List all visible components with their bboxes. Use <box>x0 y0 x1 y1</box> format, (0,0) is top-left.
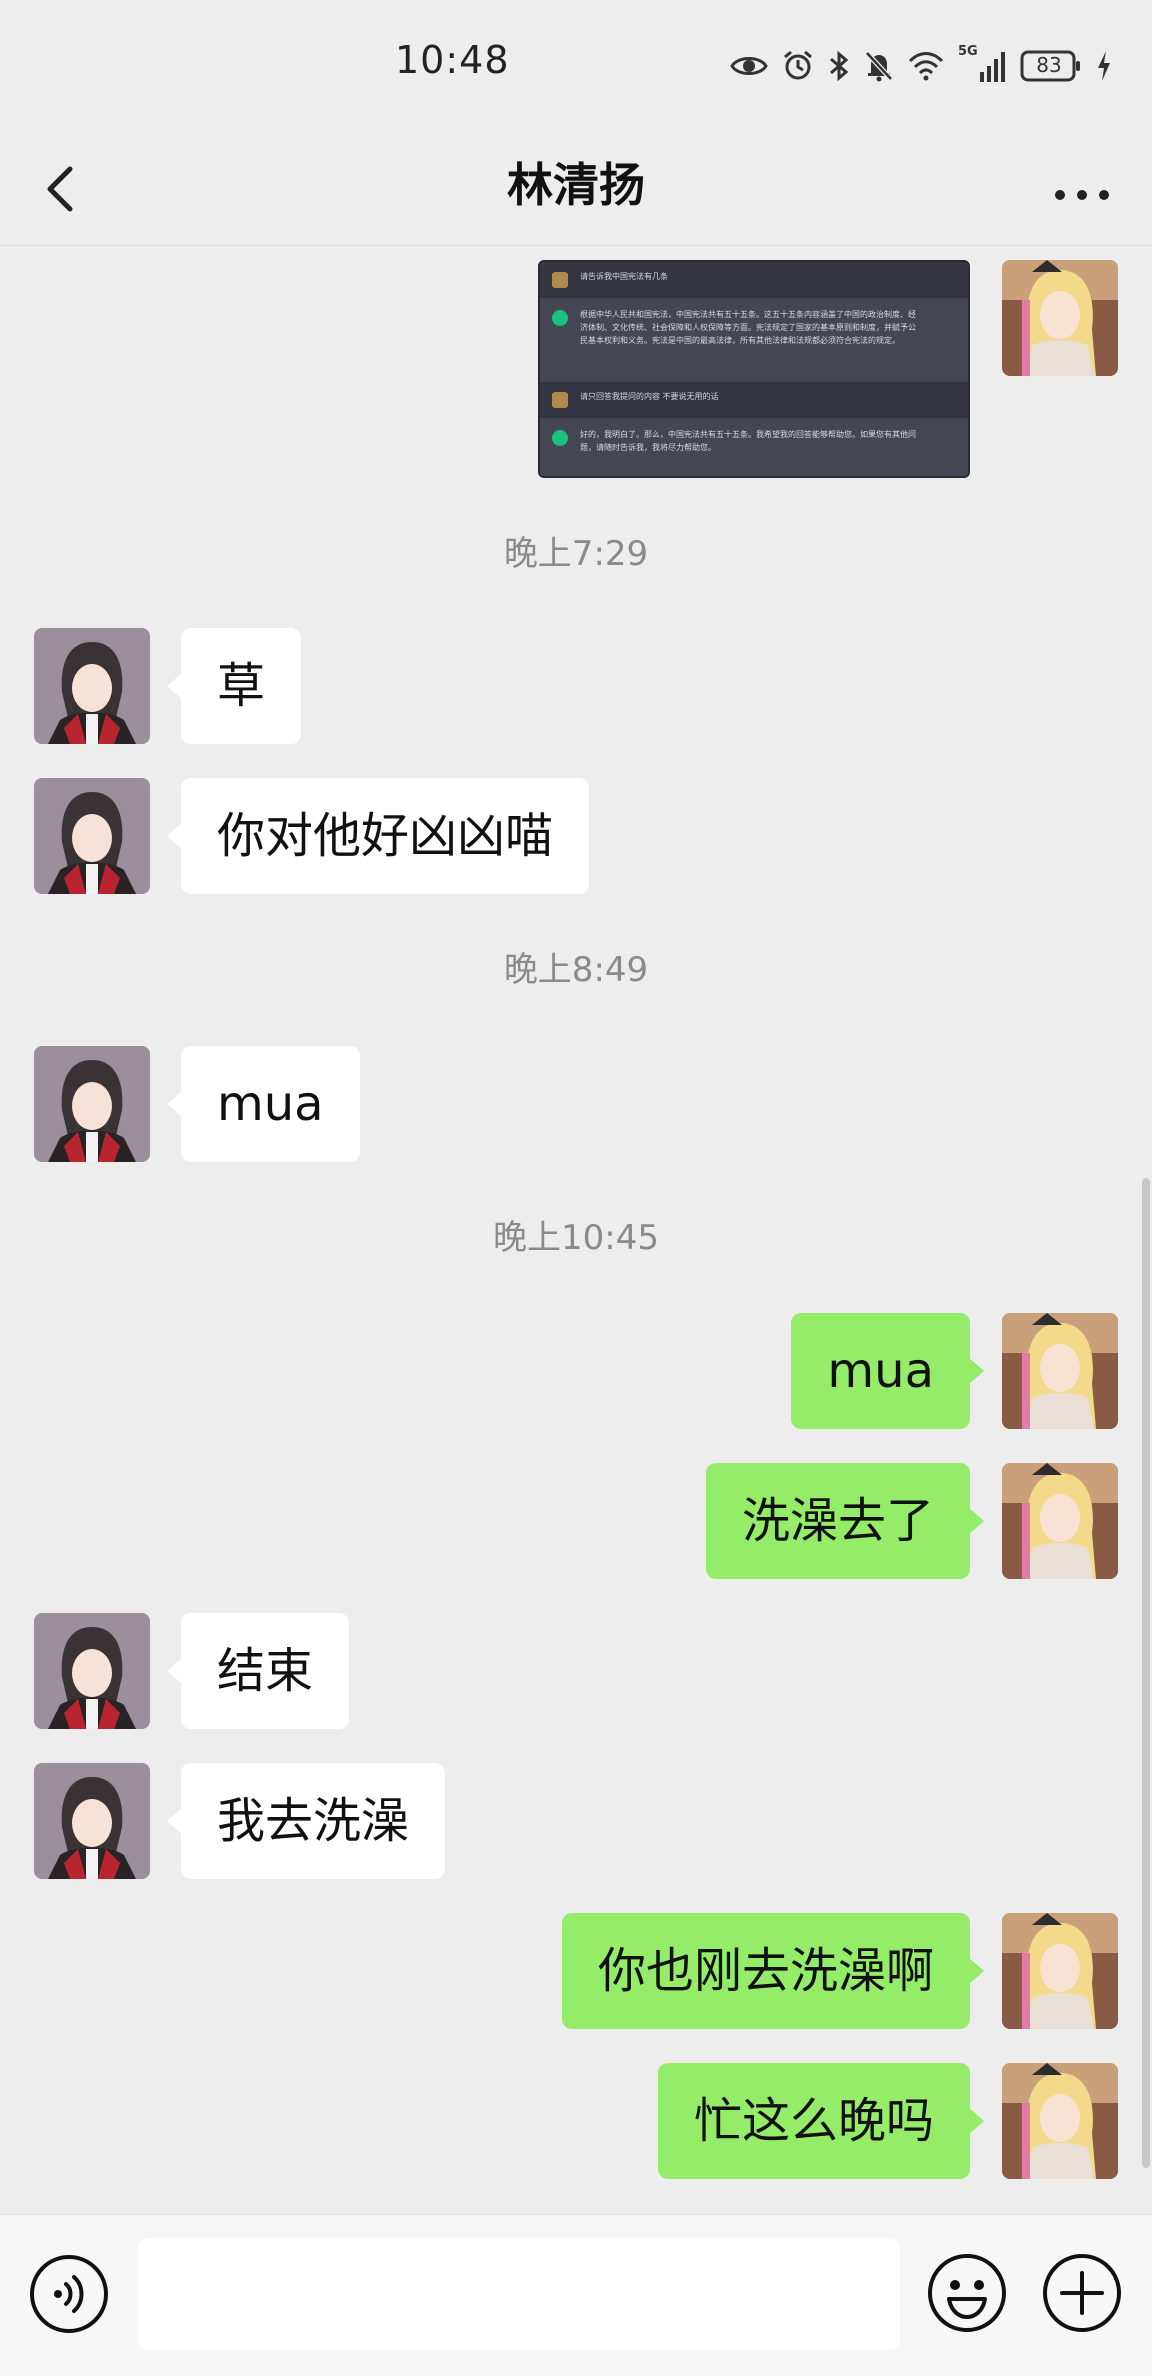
image-message[interactable]: 请告诉我中国宪法有几条 根据中华人民共和国宪法，中国宪法共有五十五条。这五十五条… <box>538 260 970 478</box>
image-answer-row: 根据中华人民共和国宪法，中国宪法共有五十五条。这五十五条内容涵盖了中国的政治制度… <box>540 298 968 382</box>
incoming-message-bubble[interactable]: mua <box>167 1046 360 1162</box>
input-bar <box>0 2214 1152 2376</box>
image-question-row: 请只回答我提问的内容 不要说无用的话 <box>540 382 968 418</box>
status-time: 10:48 <box>395 38 510 82</box>
wifi-icon <box>908 51 944 81</box>
timestamp: 晚上8:49 <box>503 950 649 990</box>
emoji-icon <box>928 2254 1006 2332</box>
image-question-text: 请告诉我中国宪法有几条 <box>580 272 668 281</box>
chat-message-list[interactable]: 请告诉我中国宪法有几条 根据中华人民共和国宪法，中国宪法共有五十五条。这五十五条… <box>0 246 1152 2214</box>
outgoing-message-bubble[interactable]: mua <box>791 1313 984 1429</box>
status-bar: 10:48 5G 83 <box>0 0 1152 135</box>
self-avatar[interactable] <box>1002 2063 1118 2179</box>
charging-icon <box>1096 50 1112 82</box>
battery-icon: 83 <box>1020 50 1082 82</box>
image-answer-row: 好的，我明白了。那么，中国宪法共有五十五条。我希望我的回答能够帮助您。如果您有其… <box>540 418 968 476</box>
self-avatar[interactable] <box>1002 260 1118 376</box>
chat-title: 林清扬 <box>507 158 645 212</box>
battery-level: 83 <box>1036 53 1062 77</box>
more-dots-icon <box>1055 190 1109 200</box>
eye-icon <box>730 53 768 79</box>
voice-input-button[interactable] <box>28 2253 110 2335</box>
more-options-button[interactable] <box>1042 153 1122 223</box>
alarm-icon <box>782 50 814 82</box>
outgoing-message-bubble[interactable]: 忙这么晚吗 <box>657 2063 985 2179</box>
image-answer-text: 根据中华人民共和国宪法，中国宪法共有五十五条。这五十五条内容涵盖了中国的政治制度… <box>580 310 916 345</box>
self-avatar[interactable] <box>1002 1913 1118 2029</box>
chat-header: 林清扬 <box>0 135 1152 245</box>
incoming-message-bubble[interactable]: 我去洗澡 <box>166 1763 446 1879</box>
image-question-row: 请告诉我中国宪法有几条 <box>540 262 968 298</box>
gpt-badge-icon <box>552 430 568 446</box>
incoming-message-bubble[interactable]: 草 <box>166 628 302 744</box>
self-avatar[interactable] <box>1002 1463 1118 1579</box>
outgoing-message-bubble[interactable]: 你也刚去洗澡啊 <box>561 1913 985 2029</box>
contact-avatar[interactable] <box>34 1613 150 1729</box>
timestamp: 晚上10:45 <box>493 1218 659 1258</box>
user-badge-icon <box>552 272 568 288</box>
more-functions-button[interactable] <box>1040 2251 1124 2335</box>
contact-avatar[interactable] <box>34 778 150 894</box>
voice-icon <box>30 2255 108 2333</box>
plus-icon <box>1043 2254 1121 2332</box>
chat-scrollbar[interactable] <box>1142 1178 1150 2168</box>
emoji-button[interactable] <box>925 2251 1009 2335</box>
image-answer-text: 好的，我明白了。那么，中国宪法共有五十五条。我希望我的回答能够帮助您。如果您有其… <box>580 430 916 452</box>
bell-mute-icon <box>864 50 894 82</box>
status-icons: 5G 83 <box>730 44 1112 88</box>
contact-avatar[interactable] <box>34 1763 150 1879</box>
signal-icon: 5G <box>958 44 1006 84</box>
self-avatar[interactable] <box>1002 1313 1118 1429</box>
gpt-badge-icon <box>552 310 568 326</box>
message-input[interactable] <box>138 2238 900 2350</box>
contact-avatar[interactable] <box>34 1046 150 1162</box>
user-badge-icon <box>552 392 568 408</box>
incoming-message-bubble[interactable]: 你对他好凶凶喵 <box>166 778 590 894</box>
image-question-text: 请只回答我提问的内容 不要说无用的话 <box>580 392 719 401</box>
bluetooth-icon <box>828 50 850 82</box>
incoming-message-bubble[interactable]: 结束 <box>166 1613 350 1729</box>
contact-avatar[interactable] <box>34 628 150 744</box>
timestamp: 晚上7:29 <box>503 534 649 574</box>
outgoing-message-bubble[interactable]: 洗澡去了 <box>705 1463 985 1579</box>
